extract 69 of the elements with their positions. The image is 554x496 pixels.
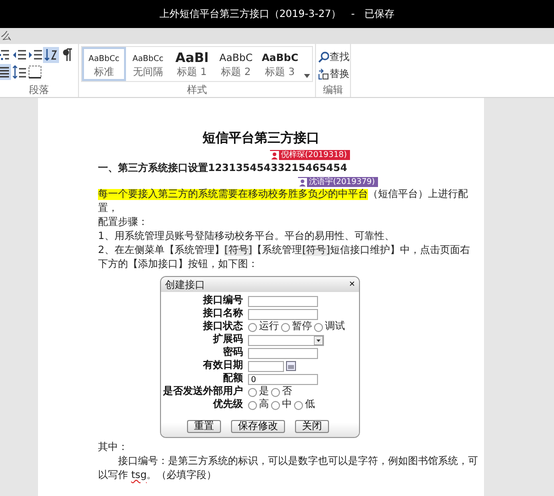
radio-button[interactable] bbox=[271, 388, 280, 396]
radio-button[interactable] bbox=[248, 322, 257, 332]
field-label: 配额 bbox=[222, 373, 243, 385]
paragraph: 接口编号：是第三方系统的标识，可以是数字也可以是字符，例如图书馆系统，可以写作 tsg。（必填字段） bbox=[98, 455, 478, 483]
input-field[interactable] bbox=[248, 296, 318, 306]
group-label: 样式 bbox=[187, 85, 207, 97]
paragraph: 每一个要接入第三方的系统需要在移动校务胜多负少的中平台（短信平台）上进行配置， bbox=[98, 188, 469, 216]
caret-icon bbox=[314, 336, 323, 344]
comment-tag[interactable]: 沈语宇(2019379) bbox=[298, 177, 378, 187]
window-title: 上外短信平台第三方接口（2019-3-27） bbox=[159, 8, 342, 21]
ribbon-button[interactable]: 查找 bbox=[316, 50, 350, 64]
paragraph: 配置步骤： bbox=[98, 216, 149, 230]
dropdown[interactable] bbox=[248, 334, 324, 346]
calendar-icon[interactable] bbox=[286, 361, 296, 371]
radio-button[interactable] bbox=[281, 322, 290, 332]
radio-label: 高 bbox=[259, 399, 269, 411]
replace-icon bbox=[316, 68, 328, 80]
input-field[interactable] bbox=[248, 348, 318, 358]
field-label: 优先级 bbox=[212, 399, 243, 411]
dialog-title: 创建接口 bbox=[165, 278, 205, 292]
line-spacing-icon bbox=[11, 64, 27, 80]
toolbar-button[interactable] bbox=[11, 64, 27, 80]
radio-button[interactable] bbox=[314, 322, 323, 332]
close-button[interactable]: × bbox=[349, 280, 355, 290]
paragraph: 一、第三方系统接口设置12313545433215465454 bbox=[98, 162, 348, 176]
radio-label: 运行 bbox=[259, 321, 279, 333]
document-heading: 短信平台第三方接口 bbox=[202, 130, 320, 148]
field-label: 接口状态 bbox=[202, 321, 243, 333]
radio-label: 调试 bbox=[325, 321, 345, 333]
dialog-button[interactable]: 保存修改 bbox=[231, 420, 285, 433]
group-label: 段落 bbox=[29, 85, 49, 97]
person-icon bbox=[270, 150, 279, 160]
field-label: 是否发送外部用户 bbox=[163, 386, 243, 398]
radio-label: 低 bbox=[305, 399, 315, 411]
field-label: 密码 bbox=[222, 347, 243, 359]
input-field[interactable] bbox=[248, 308, 318, 320]
comment-tag[interactable]: 倪梓琛(2019318) bbox=[270, 150, 350, 160]
toolbar-button[interactable] bbox=[43, 47, 59, 63]
radio-button[interactable] bbox=[271, 400, 280, 410]
input-field[interactable] bbox=[248, 360, 284, 372]
radio-label: 否 bbox=[282, 386, 292, 398]
tell-me-text: 么 bbox=[1, 30, 11, 43]
paragraph: 其中： bbox=[98, 441, 129, 455]
sort-icon bbox=[43, 47, 59, 63]
title-separator: - bbox=[351, 8, 355, 20]
toolbar-button[interactable] bbox=[27, 64, 43, 80]
input-field[interactable]: 0 bbox=[248, 374, 318, 384]
style-option[interactable]: AaBbCc 标准 bbox=[82, 47, 126, 81]
ribbon-button[interactable]: 替换 bbox=[316, 67, 350, 81]
group-label: 编辑 bbox=[323, 85, 343, 97]
radio-button[interactable] bbox=[248, 400, 257, 410]
caret-icon bbox=[304, 74, 310, 78]
paragraph: 2、在左侧菜单【系统管理】[符号]【系统管理[符号]短信接口维护】中，点击页面右下方的【添加接口】按钮，如下图： bbox=[98, 244, 471, 272]
borders-icon bbox=[27, 64, 43, 80]
dialog-button[interactable]: 重置 bbox=[187, 420, 221, 433]
dialog-button[interactable]: 关闭 bbox=[295, 420, 329, 433]
radio-label: 是 bbox=[259, 386, 269, 398]
save-status: 已保存 bbox=[364, 8, 395, 21]
paragraph: 1、用系统管理员账号登陆移动校务平台。平台的易用性、可靠性、 bbox=[98, 230, 396, 244]
field-label: 接口名称 bbox=[202, 308, 243, 320]
field-label: 有效日期 bbox=[202, 360, 243, 372]
field-label: 接口编号 bbox=[202, 295, 243, 307]
radio-label: 中 bbox=[282, 399, 292, 411]
radio-label: 暂停 bbox=[292, 321, 312, 333]
person-icon bbox=[298, 178, 307, 186]
radio-button[interactable] bbox=[294, 400, 303, 410]
search-icon bbox=[316, 51, 328, 63]
radio-button[interactable] bbox=[248, 388, 257, 396]
field-label: 扩展码 bbox=[212, 334, 243, 346]
